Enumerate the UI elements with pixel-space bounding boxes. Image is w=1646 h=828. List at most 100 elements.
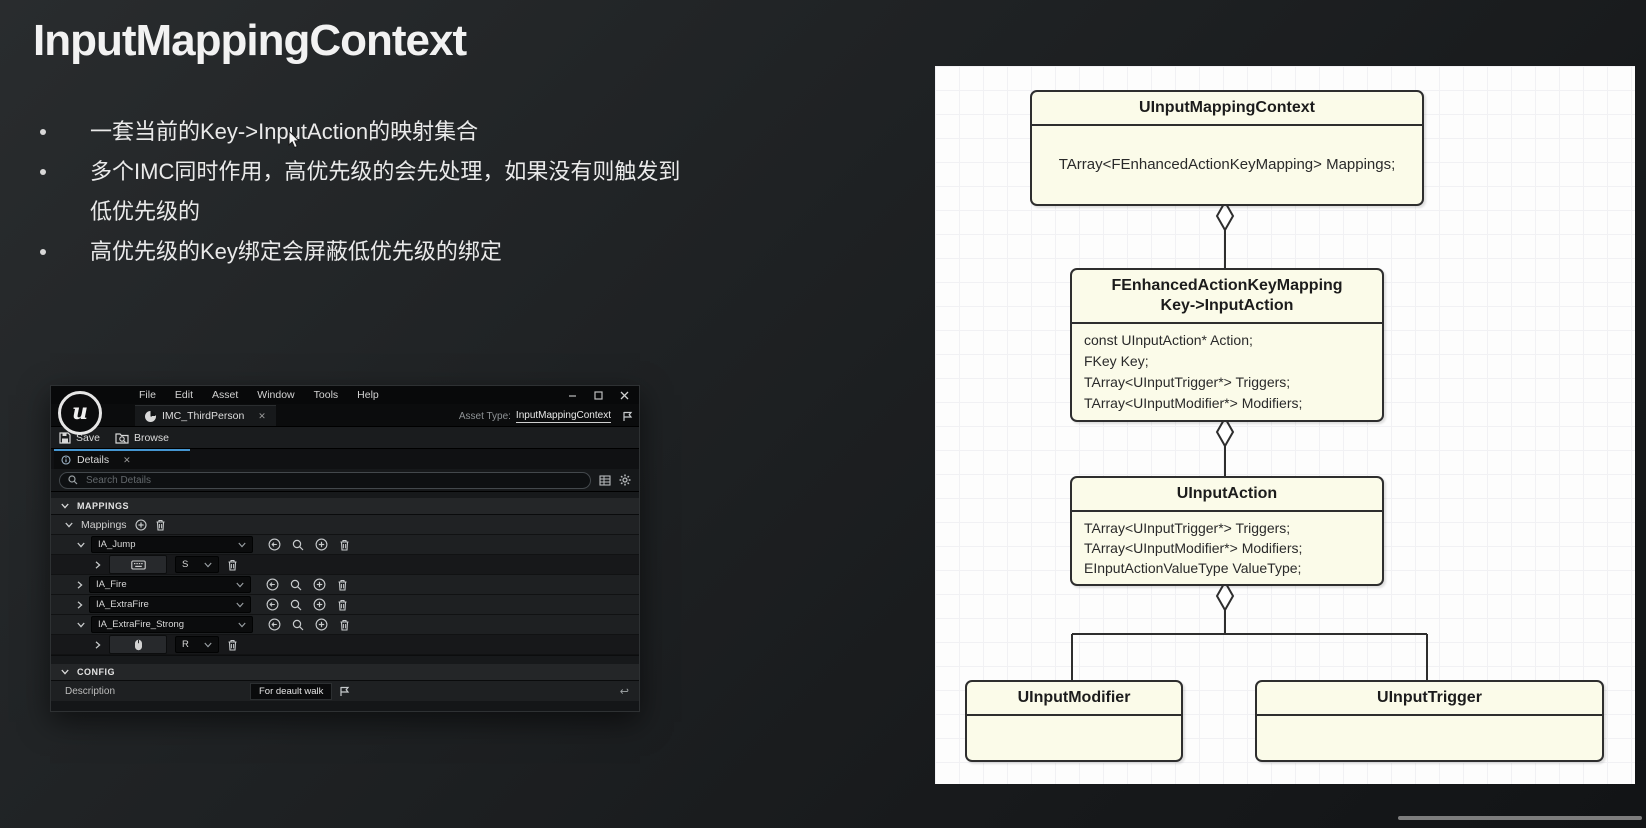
browse-button[interactable]: Browse	[115, 432, 169, 444]
browse-to-asset-icon[interactable]	[292, 619, 304, 631]
class-members: const UInputAction* Action; FKey Key; TA…	[1072, 324, 1382, 420]
delete-element-icon[interactable]	[339, 539, 350, 551]
editor-titlebar: File Edit Asset Window Tools Help	[51, 386, 639, 404]
mappings-section-label: MAPPINGS	[77, 501, 130, 511]
chevron-right-icon[interactable]	[95, 640, 101, 649]
member-line: TArray<UInputTrigger*> Triggers;	[1084, 520, 1291, 536]
browse-to-asset-icon[interactable]	[290, 599, 302, 611]
class-members-empty	[967, 716, 1181, 760]
delete-element-icon[interactable]	[337, 599, 348, 611]
flag-icon	[340, 686, 350, 696]
delete-element-icon[interactable]	[337, 579, 348, 591]
minimize-icon[interactable]	[568, 391, 577, 400]
chevron-down-icon	[61, 669, 69, 675]
member-line: EInputActionValueType ValueType;	[1084, 560, 1302, 576]
use-selected-asset-icon[interactable]	[266, 598, 279, 611]
bullet-item: 一套当前的Key->InputAction的映射集合	[38, 112, 683, 152]
member-line: TArray<UInputModifier*> Modifiers;	[1084, 395, 1303, 411]
class-title: UInputMappingContext	[1032, 92, 1422, 126]
asset-tab[interactable]: IMC_ThirdPerson ✕	[135, 405, 276, 426]
description-field[interactable]: For deault walk	[250, 682, 333, 700]
menu-edit[interactable]: Edit	[175, 389, 193, 401]
input-action-value: IA_ExtraFire	[96, 599, 149, 610]
editor-empty-area	[51, 701, 639, 711]
input-action-value: IA_ExtraFire_Strong	[98, 619, 185, 630]
details-tab[interactable]: Details ✕	[54, 449, 190, 469]
mappings-section-header[interactable]: MAPPINGS	[51, 498, 639, 515]
member-line: FKey Key;	[1084, 353, 1149, 369]
input-action-select[interactable]: IA_ExtraFire	[89, 596, 251, 613]
browse-to-asset-icon[interactable]	[292, 539, 304, 551]
insert-element-icon[interactable]	[315, 538, 328, 551]
mappings-array-row: Mappings	[51, 515, 639, 535]
close-icon[interactable]	[620, 391, 629, 400]
aggregation-diamond	[1215, 415, 1235, 449]
insert-element-icon[interactable]	[315, 618, 328, 631]
tab-close-icon[interactable]: ✕	[258, 411, 266, 422]
favorite-flag-icon[interactable]	[622, 411, 633, 422]
chevron-down-icon[interactable]	[65, 522, 73, 528]
use-selected-asset-icon[interactable]	[266, 578, 279, 591]
display-filter-grid-icon[interactable]	[599, 474, 611, 486]
class-subtitle: Key->InputAction	[1160, 297, 1294, 314]
key-picker-button[interactable]	[109, 555, 167, 574]
chevron-down-icon	[238, 622, 246, 627]
delete-key-icon[interactable]	[227, 639, 238, 651]
reset-to-default-icon[interactable]: ↩	[620, 685, 629, 698]
add-element-icon[interactable]	[134, 518, 147, 531]
bullet-dot	[40, 249, 46, 255]
menu-help[interactable]: Help	[357, 389, 379, 401]
row-actions	[266, 598, 348, 611]
bullet-dot	[40, 129, 46, 135]
asset-type-value: InputMappingContext	[515, 409, 611, 423]
menu-file[interactable]: File	[139, 389, 156, 401]
menu-window[interactable]: Window	[257, 389, 294, 401]
details-tab-label: Details	[77, 454, 110, 466]
chevron-down-icon	[238, 542, 246, 547]
save-icon	[59, 431, 71, 444]
description-label: Description	[65, 685, 116, 697]
bullet-item: 多个IMC同时作用，高优先级的会先处理，如果没有则触发到低优先级的	[38, 152, 683, 232]
member-line: TArray<FEnhancedActionKeyMapping> Mappin…	[1058, 156, 1396, 173]
chevron-down-icon	[236, 582, 244, 587]
member-line: TArray<UInputModifier*> Modifiers;	[1084, 540, 1303, 556]
key-value: S	[182, 559, 189, 570]
window-controls	[568, 390, 629, 400]
delete-key-icon[interactable]	[227, 559, 238, 571]
menu-tools[interactable]: Tools	[314, 389, 339, 401]
browse-to-asset-icon[interactable]	[290, 579, 302, 591]
input-action-select[interactable]: IA_ExtraFire_Strong	[91, 616, 253, 633]
chevron-right-icon[interactable]	[77, 600, 83, 609]
search-input[interactable]	[84, 473, 582, 487]
details-close-icon[interactable]: ✕	[123, 455, 131, 466]
description-value: For deault walk	[259, 685, 324, 697]
chevron-right-icon[interactable]	[77, 580, 83, 589]
maximize-icon[interactable]	[594, 390, 603, 400]
clear-array-trash-icon[interactable]	[155, 519, 166, 531]
delete-element-icon[interactable]	[339, 619, 350, 631]
bullet-item: 高优先级的Key绑定会屏蔽低优先级的绑定	[38, 232, 683, 272]
unreal-editor-window: u File Edit Asset Window Tools Help IMC_…	[50, 385, 640, 712]
chevron-right-icon[interactable]	[95, 560, 101, 569]
input-action-value: IA_Jump	[98, 539, 136, 550]
key-select[interactable]: R	[175, 636, 219, 653]
row-actions	[268, 538, 350, 551]
browse-label: Browse	[133, 431, 169, 444]
menu-asset[interactable]: Asset	[212, 389, 238, 401]
asset-type: Asset Type: InputMappingContext	[459, 406, 633, 426]
keyboard-icon	[130, 559, 146, 570]
input-action-select[interactable]: IA_Fire	[89, 576, 251, 593]
chevron-down-icon	[204, 562, 212, 567]
chevron-down-icon[interactable]	[77, 622, 85, 628]
use-selected-asset-icon[interactable]	[268, 618, 281, 631]
input-action-select[interactable]: IA_Jump	[91, 536, 253, 553]
key-picker-button[interactable]	[109, 635, 167, 654]
chevron-down-icon[interactable]	[77, 542, 85, 548]
insert-element-icon[interactable]	[313, 578, 326, 591]
key-select[interactable]: S	[175, 556, 219, 573]
config-section-header[interactable]: CONFIG	[51, 664, 639, 681]
settings-gear-icon[interactable]	[619, 474, 631, 486]
use-selected-asset-icon[interactable]	[268, 538, 281, 551]
insert-element-icon[interactable]	[313, 598, 326, 611]
bullet-text: 多个IMC同时作用，高优先级的会先处理，如果没有则触发到低优先级的	[90, 159, 681, 224]
